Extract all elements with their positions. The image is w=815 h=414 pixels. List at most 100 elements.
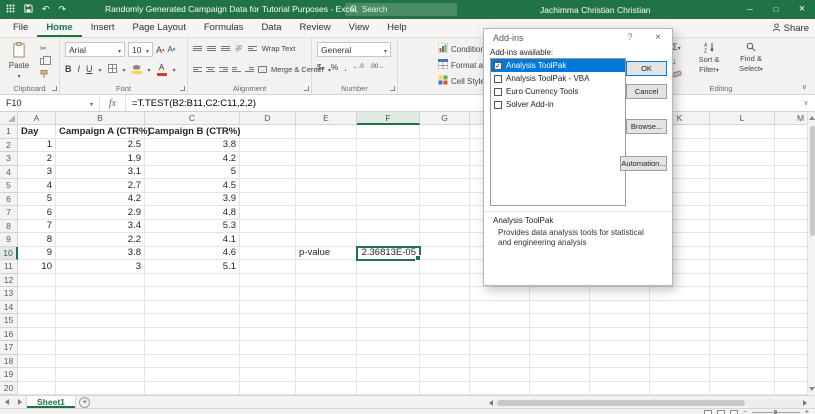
scroll-right-icon[interactable] bbox=[803, 400, 807, 406]
cell-J20[interactable] bbox=[590, 382, 650, 396]
browse-button[interactable]: Browse... bbox=[626, 119, 667, 134]
orientation-icon[interactable] bbox=[234, 43, 244, 53]
cell-I16[interactable] bbox=[530, 328, 590, 342]
cell-K16[interactable] bbox=[650, 328, 710, 342]
font-name-select[interactable]: Arial bbox=[65, 42, 125, 57]
cell-M8[interactable] bbox=[775, 220, 807, 234]
autosum-button[interactable]: Σ bbox=[672, 42, 682, 52]
decrease-font-size-icon[interactable] bbox=[168, 45, 176, 54]
row-header-1[interactable]: 1 bbox=[0, 125, 18, 139]
cell-M18[interactable] bbox=[775, 355, 807, 369]
cell-B16[interactable] bbox=[56, 328, 145, 342]
horizontal-scroll-thumb[interactable] bbox=[497, 400, 745, 406]
cell-C15[interactable] bbox=[145, 314, 240, 328]
decrease-decimal-icon[interactable]: .00→ bbox=[370, 64, 384, 70]
clear-icon[interactable] bbox=[672, 70, 682, 80]
cell-M6[interactable] bbox=[775, 193, 807, 207]
cell-D7[interactable] bbox=[240, 206, 296, 220]
cell-D9[interactable] bbox=[240, 233, 296, 247]
cell-E17[interactable] bbox=[296, 341, 357, 355]
cell-G14[interactable] bbox=[420, 301, 470, 315]
cell-C5[interactable]: 4.5 bbox=[145, 179, 240, 193]
cell-L20[interactable] bbox=[710, 382, 775, 396]
cell-A5[interactable]: 4 bbox=[18, 179, 56, 193]
cell-G17[interactable] bbox=[420, 341, 470, 355]
cell-F10[interactable]: 2.36813E-05 bbox=[357, 247, 420, 261]
cell-C8[interactable]: 5.3 bbox=[145, 220, 240, 234]
cell-D8[interactable] bbox=[240, 220, 296, 234]
vertical-scroll-thumb[interactable] bbox=[810, 126, 815, 236]
font-size-select[interactable]: 10 bbox=[128, 42, 153, 57]
cell-B10[interactable]: 3.8 bbox=[56, 247, 145, 261]
bottom-align-icon[interactable] bbox=[221, 46, 230, 51]
cell-F7[interactable] bbox=[357, 206, 420, 220]
cell-F3[interactable] bbox=[357, 152, 420, 166]
scroll-down-icon[interactable] bbox=[809, 387, 815, 391]
cell-M17[interactable] bbox=[775, 341, 807, 355]
cell-G9[interactable] bbox=[420, 233, 470, 247]
cell-M13[interactable] bbox=[775, 287, 807, 301]
cell-D6[interactable] bbox=[240, 193, 296, 207]
cell-D20[interactable] bbox=[240, 382, 296, 396]
cell-G15[interactable] bbox=[420, 314, 470, 328]
cell-I15[interactable] bbox=[530, 314, 590, 328]
row-header-3[interactable]: 3 bbox=[0, 152, 18, 166]
column-header-a[interactable]: A bbox=[18, 112, 56, 125]
wrap-text-button[interactable]: Wrap Text bbox=[262, 44, 296, 53]
underline-button[interactable]: U bbox=[86, 64, 93, 74]
cell-F13[interactable] bbox=[357, 287, 420, 301]
excel-app-icon[interactable] bbox=[6, 4, 15, 15]
italic-button[interactable]: I bbox=[78, 64, 81, 74]
cell-I14[interactable] bbox=[530, 301, 590, 315]
cell-G18[interactable] bbox=[420, 355, 470, 369]
zoom-in-icon[interactable]: + bbox=[805, 410, 809, 414]
cell-E9[interactable] bbox=[296, 233, 357, 247]
cell-A12[interactable] bbox=[18, 274, 56, 288]
user-name[interactable]: Jachimma Christian Christian bbox=[540, 0, 651, 19]
cell-B19[interactable] bbox=[56, 368, 145, 382]
cell-B2[interactable]: 2.5 bbox=[56, 139, 145, 153]
cell-B3[interactable]: 1.9 bbox=[56, 152, 145, 166]
redo-icon[interactable]: ↷ bbox=[59, 5, 67, 14]
number-format-select[interactable]: General bbox=[317, 42, 391, 57]
cell-C7[interactable]: 4.8 bbox=[145, 206, 240, 220]
bold-button[interactable]: B bbox=[65, 64, 72, 74]
vertical-scrollbar[interactable] bbox=[807, 112, 815, 395]
cell-G10[interactable] bbox=[420, 247, 470, 261]
cell-B14[interactable] bbox=[56, 301, 145, 315]
cell-D15[interactable] bbox=[240, 314, 296, 328]
cell-C20[interactable] bbox=[145, 382, 240, 396]
cell-L17[interactable] bbox=[710, 341, 775, 355]
cell-E15[interactable] bbox=[296, 314, 357, 328]
column-header-g[interactable]: G bbox=[420, 112, 470, 125]
cell-E7[interactable] bbox=[296, 206, 357, 220]
cell-C11[interactable]: 5.1 bbox=[145, 260, 240, 274]
cell-D3[interactable] bbox=[240, 152, 296, 166]
cell-G16[interactable] bbox=[420, 328, 470, 342]
cell-J19[interactable] bbox=[590, 368, 650, 382]
share-button[interactable]: Share bbox=[772, 19, 809, 38]
cell-G7[interactable] bbox=[420, 206, 470, 220]
cell-D2[interactable] bbox=[240, 139, 296, 153]
cell-L14[interactable] bbox=[710, 301, 775, 315]
zoom-out-icon[interactable]: − bbox=[743, 410, 747, 414]
scroll-left-icon[interactable] bbox=[489, 400, 493, 406]
sheet-tab-sheet1[interactable]: Sheet1 bbox=[26, 396, 76, 408]
checkbox-icon[interactable]: ✓ bbox=[494, 62, 502, 70]
cell-D11[interactable] bbox=[240, 260, 296, 274]
dialog-help-icon[interactable]: ? bbox=[622, 32, 638, 42]
cell-D18[interactable] bbox=[240, 355, 296, 369]
ribbon-tab-view[interactable]: View bbox=[340, 19, 378, 37]
paste-dropdown-icon[interactable] bbox=[17, 71, 20, 80]
page-layout-view-icon[interactable] bbox=[717, 410, 725, 414]
cell-E3[interactable] bbox=[296, 152, 357, 166]
cell-M11[interactable] bbox=[775, 260, 807, 274]
column-header-e[interactable]: E bbox=[296, 112, 357, 125]
ok-button[interactable]: OK bbox=[626, 61, 667, 76]
cell-F17[interactable] bbox=[357, 341, 420, 355]
cell-F12[interactable] bbox=[357, 274, 420, 288]
name-box[interactable]: F10 bbox=[0, 95, 100, 111]
cell-H14[interactable] bbox=[470, 301, 530, 315]
cell-A8[interactable]: 7 bbox=[18, 220, 56, 234]
cell-M7[interactable] bbox=[775, 206, 807, 220]
